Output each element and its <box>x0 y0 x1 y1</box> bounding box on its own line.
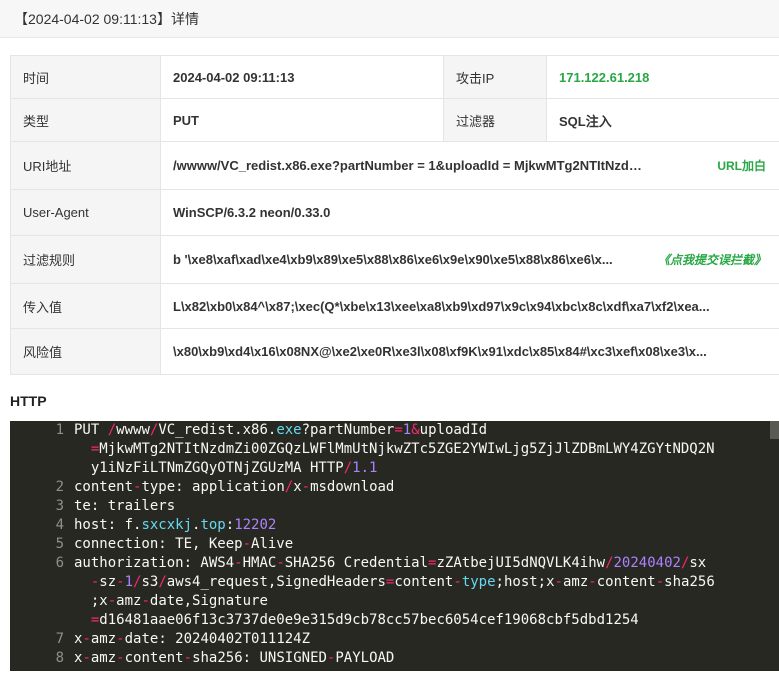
http-code-view[interactable]: 1 PUT /wwww/VC_redist.x86.exe?partNumber=… <box>10 421 779 671</box>
code-line: y1iNzFiLTNmZGQyOTNjZGUzMA HTTP/1.1 <box>74 460 378 476</box>
time-label: 时间 <box>11 56 161 98</box>
attack-ip-label: 攻击IP <box>444 56 547 98</box>
code-line: 4 host: f.sxcxkj.top:12202 <box>55 517 277 533</box>
filter-value: SQL注入 <box>559 113 612 129</box>
row-risk: 风险值 \x80\xb9\xd4\x16\x08NX@\xe2\xe0R\xe3… <box>11 329 779 375</box>
report-false-positive-link[interactable]: 《点我提交误拦截》 <box>658 251 766 268</box>
code-line: =d16481aae06f13c3737de0e9e315d9cb78cc57b… <box>90 612 639 628</box>
http-heading: HTTP <box>10 393 47 409</box>
uri-label: URI地址 <box>11 142 161 189</box>
filter-rule-value: b '\xe8\xaf\xad\xe4\xb9\x89\xe5\x88\x86\… <box>173 252 613 267</box>
code-line: 5 connection: TE, Keep-Alive <box>55 536 294 552</box>
code-line: -sz-1/s3/aws4_request,SignedHeaders=cont… <box>90 574 715 590</box>
input-value: L\x82\xb0\x84^\x87;\xec(Q*\xbe\x13\xee\x… <box>173 298 710 314</box>
user-agent-label: User-Agent <box>11 190 161 235</box>
filter-rule-cell: b '\xe8\xaf\xad\xe4\xb9\x89\xe5\x88\x86\… <box>161 236 779 283</box>
input-label: 传入值 <box>11 284 161 328</box>
code-line: 1 PUT /wwww/VC_redist.x86.exe?partNumber=… <box>55 422 488 438</box>
filter-label: 过滤器 <box>444 99 547 141</box>
risk-value: \x80\xb9\xd4\x16\x08NX@\xe2\xe0R\xe3l\x0… <box>173 344 707 359</box>
row-type: 类型 PUT 过滤器 SQL注入 <box>11 99 779 142</box>
row-filter-rule: 过滤规则 b '\xe8\xaf\xad\xe4\xb9\x89\xe5\x88… <box>11 236 779 284</box>
code-line: ;x-amz-date,Signature <box>74 593 268 609</box>
attack-ip-value: 171.122.61.218 <box>559 69 650 85</box>
code-line: 8 x-amz-content-sha256: UNSIGNED-PAYLOAD <box>55 650 395 666</box>
risk-cell: \x80\xb9\xd4\x16\x08NX@\xe2\xe0R\xe3l\x0… <box>161 329 779 374</box>
type-value: PUT <box>161 99 444 141</box>
code-line: 2 content-type: application/x-msdownload <box>55 479 395 495</box>
row-time: 时间 2024-04-02 09:11:13 攻击IP 171.122.61.2… <box>11 56 779 99</box>
row-input: 传入值 L\x82\xb0\x84^\x87;\xec(Q*\xbe\x13\x… <box>11 284 779 329</box>
code-line: 3 te: trailers <box>55 498 176 514</box>
code-line: 7 x-amz-date: 20240402T011124Z <box>55 631 311 647</box>
user-agent-value: WinSCP/6.3.2 neon/0.33.0 <box>173 205 331 220</box>
type-label: 类型 <box>11 99 161 141</box>
risk-label: 风险值 <box>11 329 161 374</box>
uri-cell: /wwww/VC_redist.x86.exe?partNumber = 1&u… <box>161 142 779 189</box>
filter-rule-label: 过滤规则 <box>11 236 161 283</box>
time-value: 2024-04-02 09:11:13 <box>161 56 444 98</box>
row-user-agent: User-Agent WinSCP/6.3.2 neon/0.33.0 <box>11 190 779 236</box>
uri-value: /wwww/VC_redist.x86.exe?partNumber = 1&u… <box>173 158 643 173</box>
page-title: 【2024-04-02 09:11:13】详情 <box>0 0 779 38</box>
scrollbar[interactable] <box>770 421 779 439</box>
url-whitelist-button[interactable]: URL加白 <box>717 157 766 174</box>
detail-table: 时间 2024-04-02 09:11:13 攻击IP 171.122.61.2… <box>10 55 779 375</box>
code-line: =MjkwMTg2NTItNzdmZi00ZGQzLWFlMmUtNjkwZTc… <box>90 441 715 457</box>
code-line: 6 authorization: AWS4-HMAC-SHA256 Credent… <box>55 555 707 571</box>
row-uri: URI地址 /wwww/VC_redist.x86.exe?partNumber… <box>11 142 779 190</box>
input-cell: L\x82\xb0\x84^\x87;\xec(Q*\xbe\x13\xee\x… <box>161 284 779 328</box>
